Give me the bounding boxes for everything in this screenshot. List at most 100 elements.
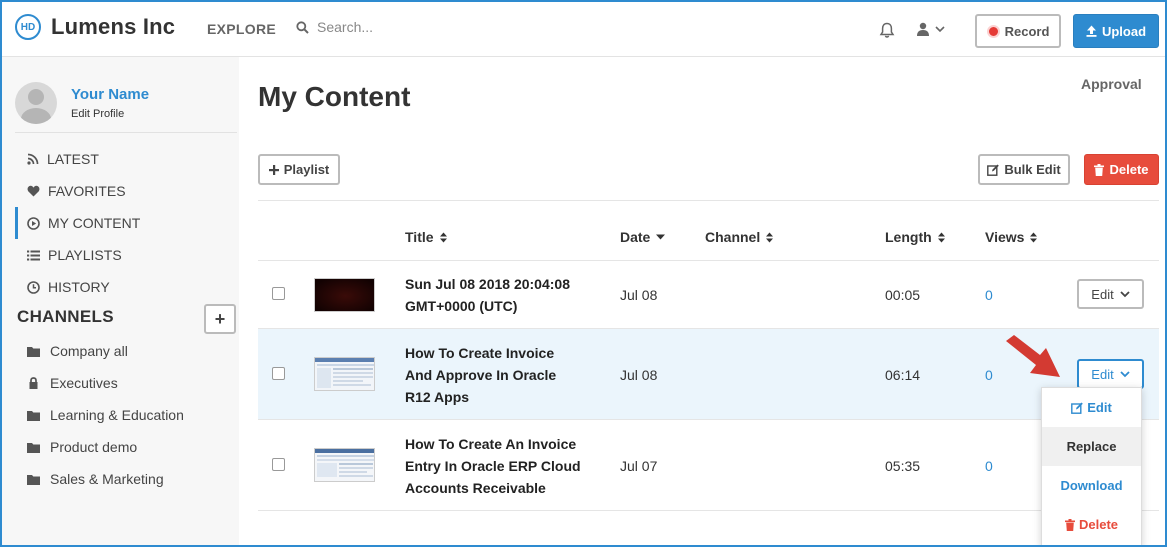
playlist-label: Playlist xyxy=(283,162,330,177)
chevron-down-icon xyxy=(1120,290,1130,297)
video-title-line: Sun Jul 08 2018 20:04:08 xyxy=(405,276,570,292)
sort-icon xyxy=(439,232,447,242)
avatar[interactable] xyxy=(15,82,57,124)
row-checkbox[interactable] xyxy=(272,287,285,300)
video-thumbnail[interactable] xyxy=(314,357,375,391)
table-header: Title Date Channel Length Views xyxy=(258,200,1159,261)
column-views[interactable]: Views xyxy=(985,229,1038,245)
edit-icon xyxy=(1071,402,1084,414)
menu-item-label: Download xyxy=(1060,478,1123,493)
video-title[interactable]: How To Create An Invoice Entry In Oracle… xyxy=(405,433,581,499)
video-thumbnail[interactable] xyxy=(314,278,375,312)
sidebar: Your Name Edit Profile LATEST FAVORITES … xyxy=(2,57,239,545)
menu-item-label: Edit xyxy=(1087,400,1112,415)
table-row[interactable]: How To Create An Invoice Entry In Oracle… xyxy=(258,420,1159,511)
column-date-label: Date xyxy=(620,229,651,245)
channel-item[interactable]: Company all xyxy=(15,335,237,367)
approval-tab[interactable]: Approval xyxy=(1081,76,1142,92)
add-channel-button[interactable]: + xyxy=(204,304,236,334)
record-icon xyxy=(986,24,1000,38)
edit-profile-link[interactable]: Edit Profile xyxy=(71,108,149,120)
video-thumbnail[interactable] xyxy=(314,448,375,482)
search-input[interactable] xyxy=(317,19,497,35)
channel-item[interactable]: Sales & Marketing xyxy=(15,463,237,495)
rss-icon xyxy=(27,153,39,165)
video-date: Jul 08 xyxy=(620,287,658,303)
channel-label: Sales & Marketing xyxy=(50,471,164,487)
sidebar-item-label: FAVORITES xyxy=(48,183,126,199)
video-views[interactable]: 0 xyxy=(985,367,993,383)
menu-item-replace[interactable]: Replace xyxy=(1042,427,1141,466)
upload-label: Upload xyxy=(1101,23,1147,39)
sidebar-item-my-content[interactable]: MY CONTENT xyxy=(15,207,237,239)
record-button[interactable]: Record xyxy=(975,14,1061,48)
menu-item-delete[interactable]: Delete xyxy=(1042,505,1141,544)
folder-icon xyxy=(27,346,40,357)
add-playlist-button[interactable]: Playlist xyxy=(258,154,340,185)
column-date[interactable]: Date xyxy=(620,229,666,245)
table-row[interactable]: Sun Jul 08 2018 20:04:08 GMT+0000 (UTC) … xyxy=(258,261,1159,329)
annotation-arrow-icon xyxy=(1006,335,1060,377)
menu-item-label: Replace xyxy=(1066,439,1117,454)
column-title[interactable]: Title xyxy=(405,229,447,245)
sort-icon xyxy=(1030,232,1038,242)
channel-label: Executives xyxy=(50,375,118,391)
upload-icon xyxy=(1086,25,1097,37)
channel-item[interactable]: Product demo xyxy=(15,431,237,463)
search-box[interactable] xyxy=(296,19,497,35)
sidebar-item-favorites[interactable]: FAVORITES xyxy=(15,175,237,207)
delete-button[interactable]: Delete xyxy=(1084,154,1159,185)
row-checkbox[interactable] xyxy=(272,367,285,380)
notification-bell-icon[interactable] xyxy=(879,22,895,44)
column-length[interactable]: Length xyxy=(885,229,945,245)
edit-label: Edit xyxy=(1091,286,1114,302)
edit-dropdown-button[interactable]: Edit xyxy=(1077,359,1144,389)
video-title-line: R12 Apps xyxy=(405,389,470,405)
sidebar-item-history[interactable]: HISTORY xyxy=(15,271,237,303)
folder-icon xyxy=(27,442,40,453)
brand-name: Lumens Inc xyxy=(51,14,176,39)
sidebar-item-latest[interactable]: LATEST xyxy=(15,143,237,175)
channel-list: Company all Executives Learning & Educat… xyxy=(15,335,237,495)
menu-item-edit[interactable]: Edit xyxy=(1042,388,1141,427)
video-title[interactable]: Sun Jul 08 2018 20:04:08 GMT+0000 (UTC) xyxy=(405,273,570,317)
sidebar-nav: LATEST FAVORITES MY CONTENT PLAYLISTS HI… xyxy=(15,143,237,303)
edit-label: Edit xyxy=(1091,366,1114,382)
user-menu[interactable] xyxy=(916,22,945,36)
edit-dropdown-button[interactable]: Edit xyxy=(1077,279,1144,309)
channel-label: Company all xyxy=(50,343,128,359)
profile[interactable]: Your Name Edit Profile xyxy=(15,82,149,124)
sort-desc-icon xyxy=(656,234,666,240)
channel-item[interactable]: Executives xyxy=(15,367,237,399)
column-channel[interactable]: Channel xyxy=(705,229,774,245)
sidebar-item-label: MY CONTENT xyxy=(48,215,141,231)
trash-icon xyxy=(1064,518,1075,531)
logo[interactable]: HD Lumens Inc xyxy=(15,14,175,40)
heart-icon xyxy=(27,185,40,197)
channel-label: Product demo xyxy=(50,439,138,455)
app-window: HD Lumens Inc EXPLORE Record Upload Y xyxy=(0,0,1167,547)
chevron-down-icon xyxy=(1120,370,1130,377)
column-channel-label: Channel xyxy=(705,229,761,245)
sort-icon xyxy=(937,232,945,242)
upload-button[interactable]: Upload xyxy=(1073,14,1159,48)
sort-icon xyxy=(766,232,774,242)
menu-item-download[interactable]: Download xyxy=(1042,466,1141,505)
profile-name[interactable]: Your Name xyxy=(71,86,149,103)
video-title-line: How To Create Invoice xyxy=(405,345,555,361)
video-title[interactable]: How To Create Invoice And Approve In Ora… xyxy=(405,342,556,408)
record-label: Record xyxy=(1004,23,1050,39)
channel-item[interactable]: Learning & Education xyxy=(15,399,237,431)
row-checkbox[interactable] xyxy=(272,458,285,471)
sidebar-item-playlists[interactable]: PLAYLISTS xyxy=(15,239,237,271)
play-circle-icon xyxy=(27,216,40,230)
video-views[interactable]: 0 xyxy=(985,287,993,303)
trash-icon xyxy=(1094,163,1105,176)
explore-link[interactable]: EXPLORE xyxy=(207,21,276,37)
channels-heading: CHANNELS xyxy=(17,307,114,326)
video-views[interactable]: 0 xyxy=(985,458,993,474)
video-date: Jul 08 xyxy=(620,367,658,383)
video-title-line: Entry In Oracle ERP Cloud xyxy=(405,458,581,474)
bulk-edit-button[interactable]: Bulk Edit xyxy=(978,154,1070,185)
edit-dropdown-menu: Edit Replace Download Delete xyxy=(1041,387,1142,545)
